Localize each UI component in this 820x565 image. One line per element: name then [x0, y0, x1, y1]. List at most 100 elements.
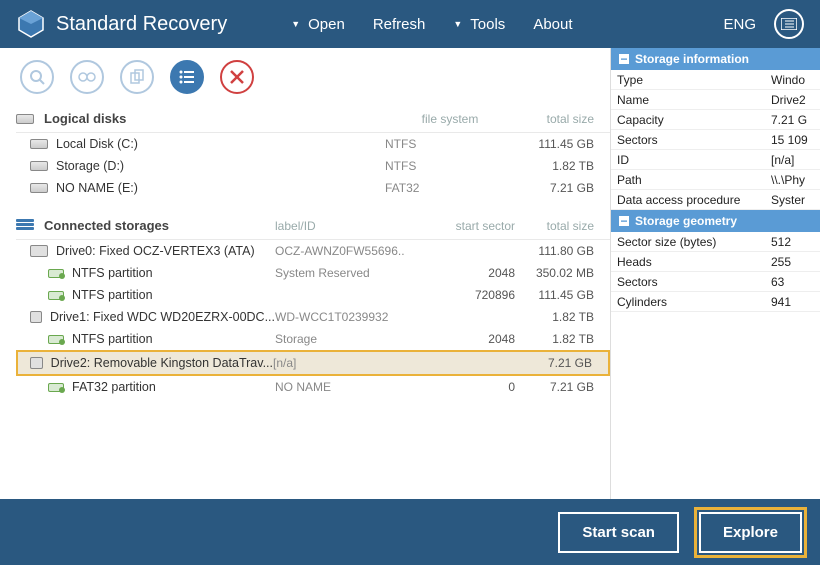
- info-value: 15 109: [771, 133, 820, 147]
- col-start: start sector: [405, 219, 515, 233]
- row-start: [405, 244, 515, 258]
- disk-icon: [16, 114, 34, 124]
- main-panel: Logical disks file system total size Loc…: [0, 48, 610, 499]
- info-value: [n/a]: [771, 153, 820, 167]
- row-label: System Reserved: [275, 266, 405, 280]
- disk-fs: FAT32: [385, 181, 515, 195]
- connected-list: Drive0: Fixed OCZ-VERTEX3 (ATA) OCZ-AWNZ0…: [16, 240, 610, 398]
- col-totalsize: total size: [515, 112, 610, 126]
- language-selector[interactable]: ENG: [723, 16, 756, 33]
- start-scan-button[interactable]: Start scan: [558, 512, 679, 553]
- info-key: Sector size (bytes): [611, 235, 771, 249]
- menu-bar: ▼Open Refresh ▼Tools About: [277, 0, 586, 48]
- partition-row[interactable]: NTFS partitionStorage20481.82 TB: [16, 328, 610, 350]
- info-value: Windo: [771, 73, 820, 87]
- raid-icon[interactable]: [70, 60, 104, 94]
- disk-size: 1.82 TB: [515, 159, 610, 173]
- toolbar: [20, 60, 610, 94]
- row-label: WD-WCC1T0239932: [275, 310, 405, 324]
- header-right: ENG: [723, 9, 804, 39]
- row-label: OCZ-AWNZ0FW55696..: [275, 244, 405, 258]
- menu-tools[interactable]: ▼Tools: [439, 0, 519, 48]
- partition-row[interactable]: NTFS partition720896111.45 GB: [16, 284, 610, 306]
- explore-button[interactable]: Explore: [699, 512, 802, 553]
- info-key: Type: [611, 73, 771, 87]
- list-view-icon[interactable]: [170, 60, 204, 94]
- storage-geom-header[interactable]: −Storage geometry: [611, 210, 820, 232]
- connected-title: Connected storages: [44, 218, 169, 233]
- info-row: Sectors15 109: [611, 130, 820, 150]
- header: Standard Recovery ▼Open Refresh ▼Tools A…: [0, 0, 820, 48]
- row-start: [403, 356, 513, 370]
- menu-about-label: About: [533, 16, 572, 33]
- partition-row[interactable]: FAT32 partitionNO NAME07.21 GB: [16, 376, 610, 398]
- info-key: Sectors: [611, 275, 771, 289]
- row-name: NTFS partition: [72, 288, 153, 302]
- row-size: 7.21 GB: [513, 356, 608, 370]
- info-key: Data access procedure: [611, 193, 771, 207]
- info-key: Capacity: [611, 113, 771, 127]
- info-value: 255: [771, 255, 820, 269]
- menu-about[interactable]: About: [519, 0, 586, 48]
- logical-disk-row[interactable]: Storage (D:)NTFS1.82 TB: [16, 155, 610, 177]
- logical-disk-row[interactable]: Local Disk (C:)NTFS111.45 GB: [16, 133, 610, 155]
- drive-icon: [30, 311, 42, 323]
- menu-open[interactable]: ▼Open: [277, 0, 359, 48]
- logical-disks-list: Local Disk (C:)NTFS111.45 GBStorage (D:)…: [16, 133, 610, 199]
- info-key: Name: [611, 93, 771, 107]
- info-row: Data access procedureSyster: [611, 190, 820, 210]
- search-icon[interactable]: [20, 60, 54, 94]
- close-icon[interactable]: [220, 60, 254, 94]
- collapse-icon: −: [619, 54, 629, 64]
- drive-row[interactable]: Drive1: Fixed WDC WD20EZRX-00DC...WD-WCC…: [16, 306, 610, 328]
- logical-disks-title: Logical disks: [44, 111, 126, 126]
- partition-icon: [48, 291, 64, 300]
- row-name: Drive0: Fixed OCZ-VERTEX3 (ATA): [56, 244, 255, 258]
- logical-disk-row[interactable]: NO NAME (E:)FAT327.21 GB: [16, 177, 610, 199]
- info-value: 7.21 G: [771, 113, 820, 127]
- drive-row[interactable]: Drive2: Removable Kingston DataTrav...[n…: [16, 350, 610, 376]
- storage-stack-icon: [16, 219, 34, 233]
- info-row: Heads255: [611, 252, 820, 272]
- row-size: 1.82 TB: [515, 332, 610, 346]
- disk-name: Local Disk (C:): [56, 137, 138, 151]
- menu-tools-label: Tools: [470, 16, 505, 33]
- menu-refresh[interactable]: Refresh: [359, 0, 440, 48]
- info-row: TypeWindo: [611, 70, 820, 90]
- info-value: Drive2: [771, 93, 820, 107]
- info-value: \\.\Phy: [771, 173, 820, 187]
- row-name: Drive1: Fixed WDC WD20EZRX-00DC...: [50, 310, 275, 324]
- info-row: NameDrive2: [611, 90, 820, 110]
- row-name: NTFS partition: [72, 266, 153, 280]
- storage-info-header[interactable]: −Storage information: [611, 48, 820, 70]
- app-logo-icon: [16, 9, 46, 39]
- info-value: Syster: [771, 193, 820, 207]
- disk-icon: [30, 139, 48, 149]
- disk-icon: [30, 161, 48, 171]
- row-start: 720896: [405, 288, 515, 302]
- panel-toggle-icon[interactable]: [774, 9, 804, 39]
- info-key: Path: [611, 173, 771, 187]
- row-name: Drive2: Removable Kingston DataTrav...: [51, 356, 273, 370]
- logical-disks-header: Logical disks file system total size: [16, 106, 610, 133]
- info-row: Sector size (bytes)512: [611, 232, 820, 252]
- partition-row[interactable]: NTFS partitionSystem Reserved2048350.02 …: [16, 262, 610, 284]
- partition-icon: [48, 335, 64, 344]
- row-label: [275, 288, 405, 302]
- info-row: Path\\.\Phy: [611, 170, 820, 190]
- info-value: 941: [771, 295, 820, 309]
- disk-icon: [30, 183, 48, 193]
- info-key: Cylinders: [611, 295, 771, 309]
- col-filesystem: file system: [385, 112, 515, 126]
- row-size: 111.80 GB: [515, 244, 610, 258]
- drive-row[interactable]: Drive0: Fixed OCZ-VERTEX3 (ATA) OCZ-AWNZ0…: [16, 240, 610, 262]
- disk-fs: NTFS: [385, 159, 515, 173]
- chevron-down-icon: ▼: [291, 19, 300, 29]
- row-start: 0: [405, 380, 515, 394]
- copy-icon[interactable]: [120, 60, 154, 94]
- col-label: label/ID: [275, 219, 405, 233]
- drive-icon: [30, 245, 48, 257]
- content-area: Logical disks file system total size Loc…: [0, 48, 820, 499]
- app-title: Standard Recovery: [56, 13, 227, 36]
- info-row: ID[n/a]: [611, 150, 820, 170]
